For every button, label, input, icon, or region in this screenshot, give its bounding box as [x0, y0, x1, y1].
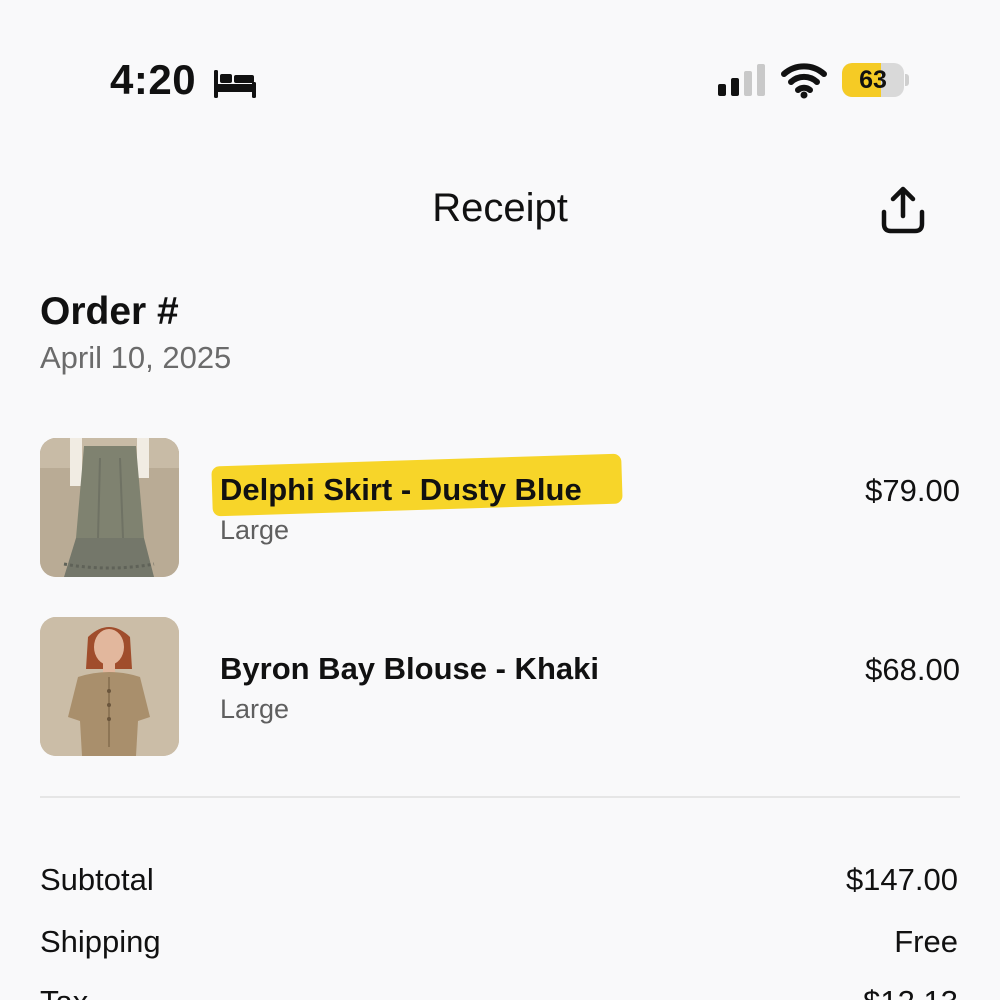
page-title: Receipt — [432, 186, 568, 230]
status-time: 4:20 — [110, 56, 197, 103]
status-bar: 4:20 63 — [0, 0, 1000, 150]
battery-body: 63 — [842, 63, 904, 97]
receipt-screen: 4:20 63 Receipt Order # April 10, 2025 D… — [0, 0, 1000, 1000]
share-icon[interactable] — [876, 184, 930, 238]
subtotal-label: Subtotal — [40, 862, 154, 897]
battery-indicator: 63 — [842, 63, 909, 97]
line-item[interactable]: Byron Bay Blouse - Khaki Large $68.00 — [40, 617, 960, 757]
product-thumbnail-blouse — [40, 617, 179, 756]
cellular-signal-icon — [718, 64, 765, 96]
subtotal-value: $147.00 — [845, 862, 958, 897]
item-variant: Large — [220, 694, 290, 724]
wifi-icon — [781, 63, 827, 99]
tax-label: Tax — [40, 984, 88, 1000]
order-number-label: Order # — [40, 290, 179, 333]
subtotal-row: Subtotal $147.00 — [40, 862, 958, 906]
item-price: $68.00 — [865, 652, 960, 687]
product-thumbnail-skirt — [40, 438, 179, 577]
line-item[interactable]: Delphi Skirt - Dusty Blue Large $79.00 — [40, 438, 960, 578]
divider — [40, 796, 960, 798]
order-number-redacted — [190, 300, 290, 330]
item-name: Delphi Skirt - Dusty Blue — [220, 472, 582, 507]
battery-level: 63 — [859, 66, 887, 94]
order-date: April 10, 2025 — [40, 340, 232, 375]
battery-cap — [905, 74, 909, 86]
shipping-label: Shipping — [40, 924, 161, 959]
shipping-row: Shipping Free — [40, 924, 958, 968]
item-name: Byron Bay Blouse - Khaki — [220, 651, 599, 686]
item-price: $79.00 — [865, 473, 960, 508]
tax-value: $12.13 — [863, 984, 958, 1000]
bed-icon — [214, 70, 256, 98]
item-variant: Large — [220, 515, 290, 545]
shipping-value: Free — [894, 924, 958, 959]
tax-row: Tax $12.13 — [40, 984, 958, 1000]
